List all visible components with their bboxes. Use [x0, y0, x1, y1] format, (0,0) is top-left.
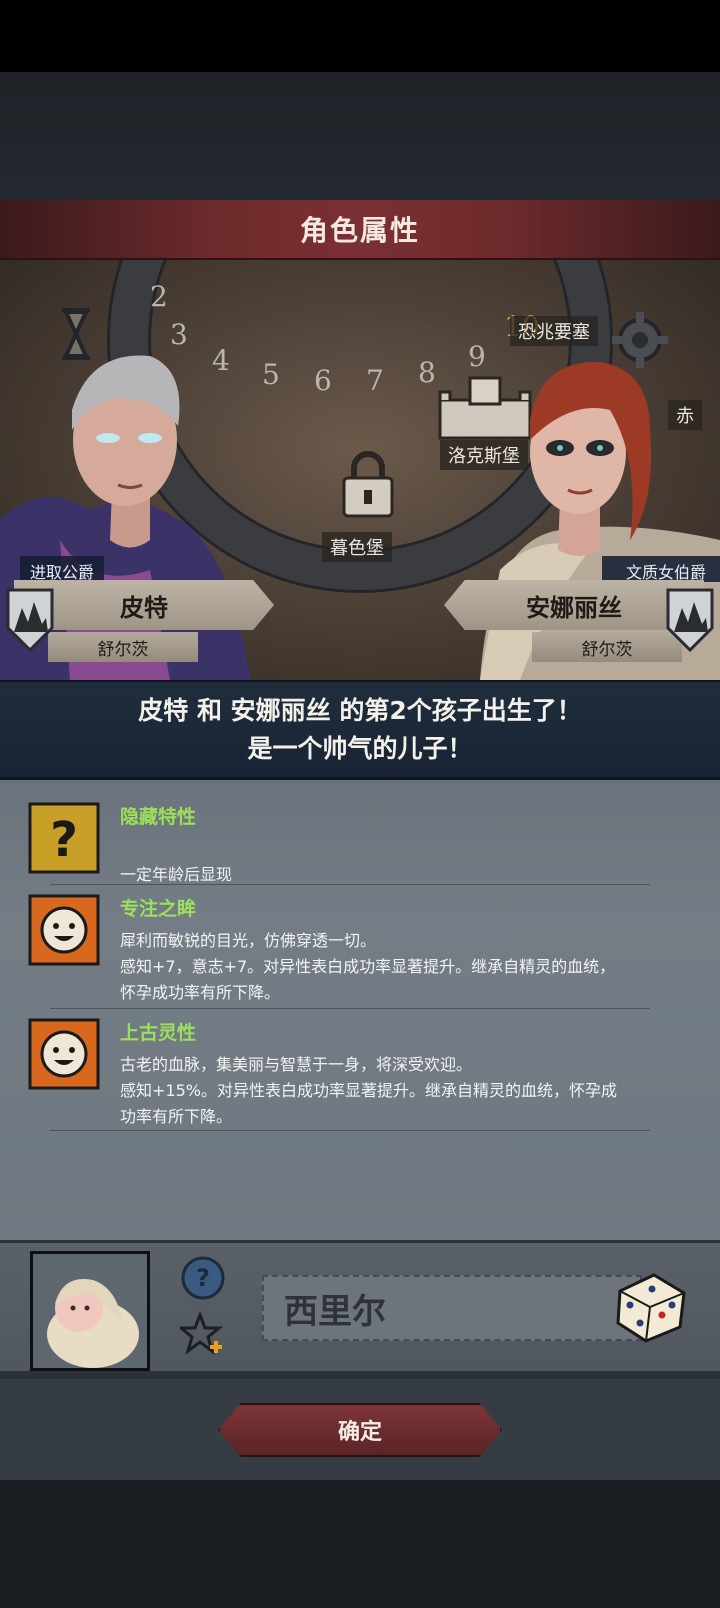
trait-desc: 一定年龄后显现 [120, 865, 233, 884]
status-bar [0, 0, 720, 72]
confirm-area: 确定 [0, 1379, 720, 1480]
trait-separator [50, 1130, 650, 1131]
smile-trait-icon [28, 894, 100, 966]
confirm-button[interactable]: 确定 [218, 1403, 502, 1457]
trait-hidden[interactable]: ? 隐藏特性 一定年龄后显现 [28, 802, 688, 902]
page-title: 角色属性 [299, 214, 420, 247]
dial-number: 6 [314, 364, 332, 397]
trait-desc: 犀利而敏锐的目光，仿佛穿透一切。 感知+7，意志+7。对异性表白成功率显著提升。… [120, 931, 616, 1002]
traits-section: 特性 ? 隐藏特性 一定年龄后显现 专注之眸 犀利而敏锐的目光，仿佛穿透一切。 … [0, 780, 720, 1240]
backdrop [0, 72, 720, 200]
mother-house: 舒尔茨 [532, 632, 682, 662]
svg-text:?: ? [50, 812, 78, 868]
random-name-dice-icon[interactable] [610, 1265, 690, 1345]
trait-name: 隐藏特性 [120, 806, 197, 828]
question-trait-icon: ? [28, 802, 100, 874]
traits-header: 特性 [34, 780, 74, 798]
dial-number: 2 [150, 280, 168, 313]
mother-name-plate[interactable]: 安娜丽丝 [444, 580, 704, 630]
trait-ancient-spirit[interactable]: 上古灵性 古老的血脉，集美丽与智慧于一身，将深受欢迎。 感知+15%。对异性表白… [28, 1018, 688, 1128]
bottom-area [0, 1480, 720, 1608]
title-bar: 角色属性 [0, 200, 720, 260]
father-name: 皮特 [120, 593, 168, 622]
lock-icon[interactable] [338, 450, 398, 520]
trait-desc: 古老的血脉，集美丽与智慧于一身，将深受欢迎。 感知+15%。对异性表白成功率显著… [120, 1055, 617, 1126]
mother-house-shield-icon[interactable] [666, 588, 714, 652]
svg-text:?: ? [196, 1264, 210, 1292]
help-icon[interactable]: ? [180, 1255, 226, 1301]
confirm-button-label: 确定 [337, 1420, 382, 1445]
trait-focus-eyes[interactable]: 专注之眸 犀利而敏锐的目光，仿佛穿透一切。 感知+7，意志+7。对异性表白成功率… [28, 894, 688, 1004]
birth-announcement: 皮特 和 安娜丽丝 的第2个孩子出生了！ 是一个帅气的儿子！ [0, 680, 720, 780]
trait-separator [50, 1008, 650, 1009]
dial-number: 7 [366, 364, 384, 397]
mother-title-badge[interactable]: 文质女伯爵 [602, 556, 720, 582]
trait-separator [50, 884, 650, 885]
child-portrait[interactable] [30, 1251, 150, 1371]
child-naming-bar: ? 西里尔 [0, 1240, 720, 1375]
smile-trait-icon [28, 1018, 100, 1090]
announcement-line-2: 是一个帅气的儿子！ [247, 733, 473, 763]
map-scene: 2 3 4 5 6 7 8 9 10 恐兆要塞 洛克斯堡 赤 暮色堡 [0, 260, 720, 680]
baby-icon [47, 1279, 139, 1368]
father-house: 舒尔茨 [48, 632, 198, 662]
mother-name: 安娜丽丝 [526, 593, 622, 622]
father-house-shield-icon[interactable] [6, 588, 54, 652]
father-title-badge[interactable]: 进取公爵 [20, 556, 105, 582]
trait-name: 上古灵性 [120, 1022, 197, 1044]
trait-name: 专注之眸 [120, 898, 197, 920]
child-name-input[interactable]: 西里尔 [262, 1275, 642, 1341]
add-favorite-star-icon[interactable] [180, 1311, 226, 1357]
announcement-line-1: 皮特 和 安娜丽丝 的第2个孩子出生了！ [138, 695, 582, 725]
map-label-lock-place[interactable]: 暮色堡 [322, 532, 392, 562]
